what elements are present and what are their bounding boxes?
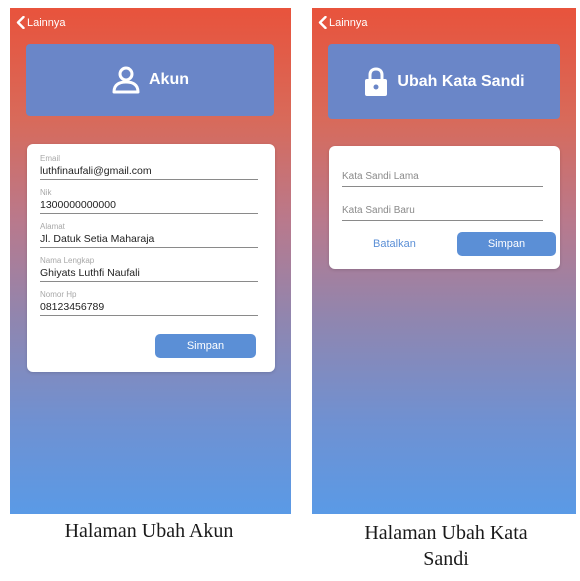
email-label: Email (40, 154, 61, 163)
right-caption-line1: Halaman Ubah Kata (364, 522, 528, 544)
back-button[interactable]: Lainnya (318, 16, 368, 29)
account-form: Email luthfinaufali@gmail.com Nik 130000… (27, 144, 275, 372)
nik-input[interactable]: 1300000000000 (40, 198, 258, 214)
account-screen: Lainnya Akun Email luthfinaufali@gmail.c… (10, 8, 291, 514)
left-caption: Halaman Ubah Akun (64, 520, 234, 542)
change-password-screen: Lainnya Ubah Kata Sandi Kata Sandi Lama … (312, 8, 576, 514)
old-password-field[interactable]: Kata Sandi Lama (342, 170, 543, 187)
lock-icon (365, 66, 388, 96)
new-password-input[interactable]: Kata Sandi Baru (342, 204, 543, 221)
address-field[interactable]: Alamat Jl. Datuk Setia Maharaja (40, 222, 258, 248)
email-field[interactable]: Email luthfinaufali@gmail.com (40, 154, 258, 180)
phone-input[interactable]: 08123456789 (40, 300, 258, 316)
back-button[interactable]: Lainnya (16, 16, 66, 29)
new-password-field[interactable]: Kata Sandi Baru (342, 204, 543, 221)
account-header: Akun (26, 44, 274, 116)
save-button[interactable]: Simpan (457, 232, 556, 256)
full-name-label: Nama Lengkap (40, 256, 95, 265)
address-label: Alamat (40, 222, 65, 231)
nik-label: Nik (40, 188, 52, 197)
user-icon (112, 66, 140, 94)
chevron-left-icon (16, 16, 25, 29)
page-title: Ubah Kata Sandi (397, 72, 525, 90)
cancel-button[interactable]: Batalkan (373, 238, 416, 250)
nik-field[interactable]: Nik 1300000000000 (40, 188, 258, 214)
full-name-input[interactable]: Ghiyats Luthfi Naufali (40, 266, 258, 282)
email-input[interactable]: luthfinaufali@gmail.com (40, 164, 258, 180)
phone-field[interactable]: Nomor Hp 08123456789 (40, 290, 258, 316)
address-input[interactable]: Jl. Datuk Setia Maharaja (40, 232, 258, 248)
chevron-left-icon (318, 16, 327, 29)
password-form: Kata Sandi Lama Kata Sandi Baru Batalkan… (329, 146, 560, 269)
old-password-input[interactable]: Kata Sandi Lama (342, 170, 543, 187)
page-title: Akun (149, 71, 189, 88)
right-caption-line2: Sandi (423, 548, 469, 570)
save-button[interactable]: Simpan (155, 334, 256, 358)
back-label: Lainnya (329, 16, 368, 29)
password-header: Ubah Kata Sandi (328, 44, 560, 119)
full-name-field[interactable]: Nama Lengkap Ghiyats Luthfi Naufali (40, 256, 258, 282)
phone-label: Nomor Hp (40, 290, 77, 299)
right-caption: Halaman Ubah Kata Sandi (318, 520, 574, 572)
back-label: Lainnya (27, 16, 66, 29)
